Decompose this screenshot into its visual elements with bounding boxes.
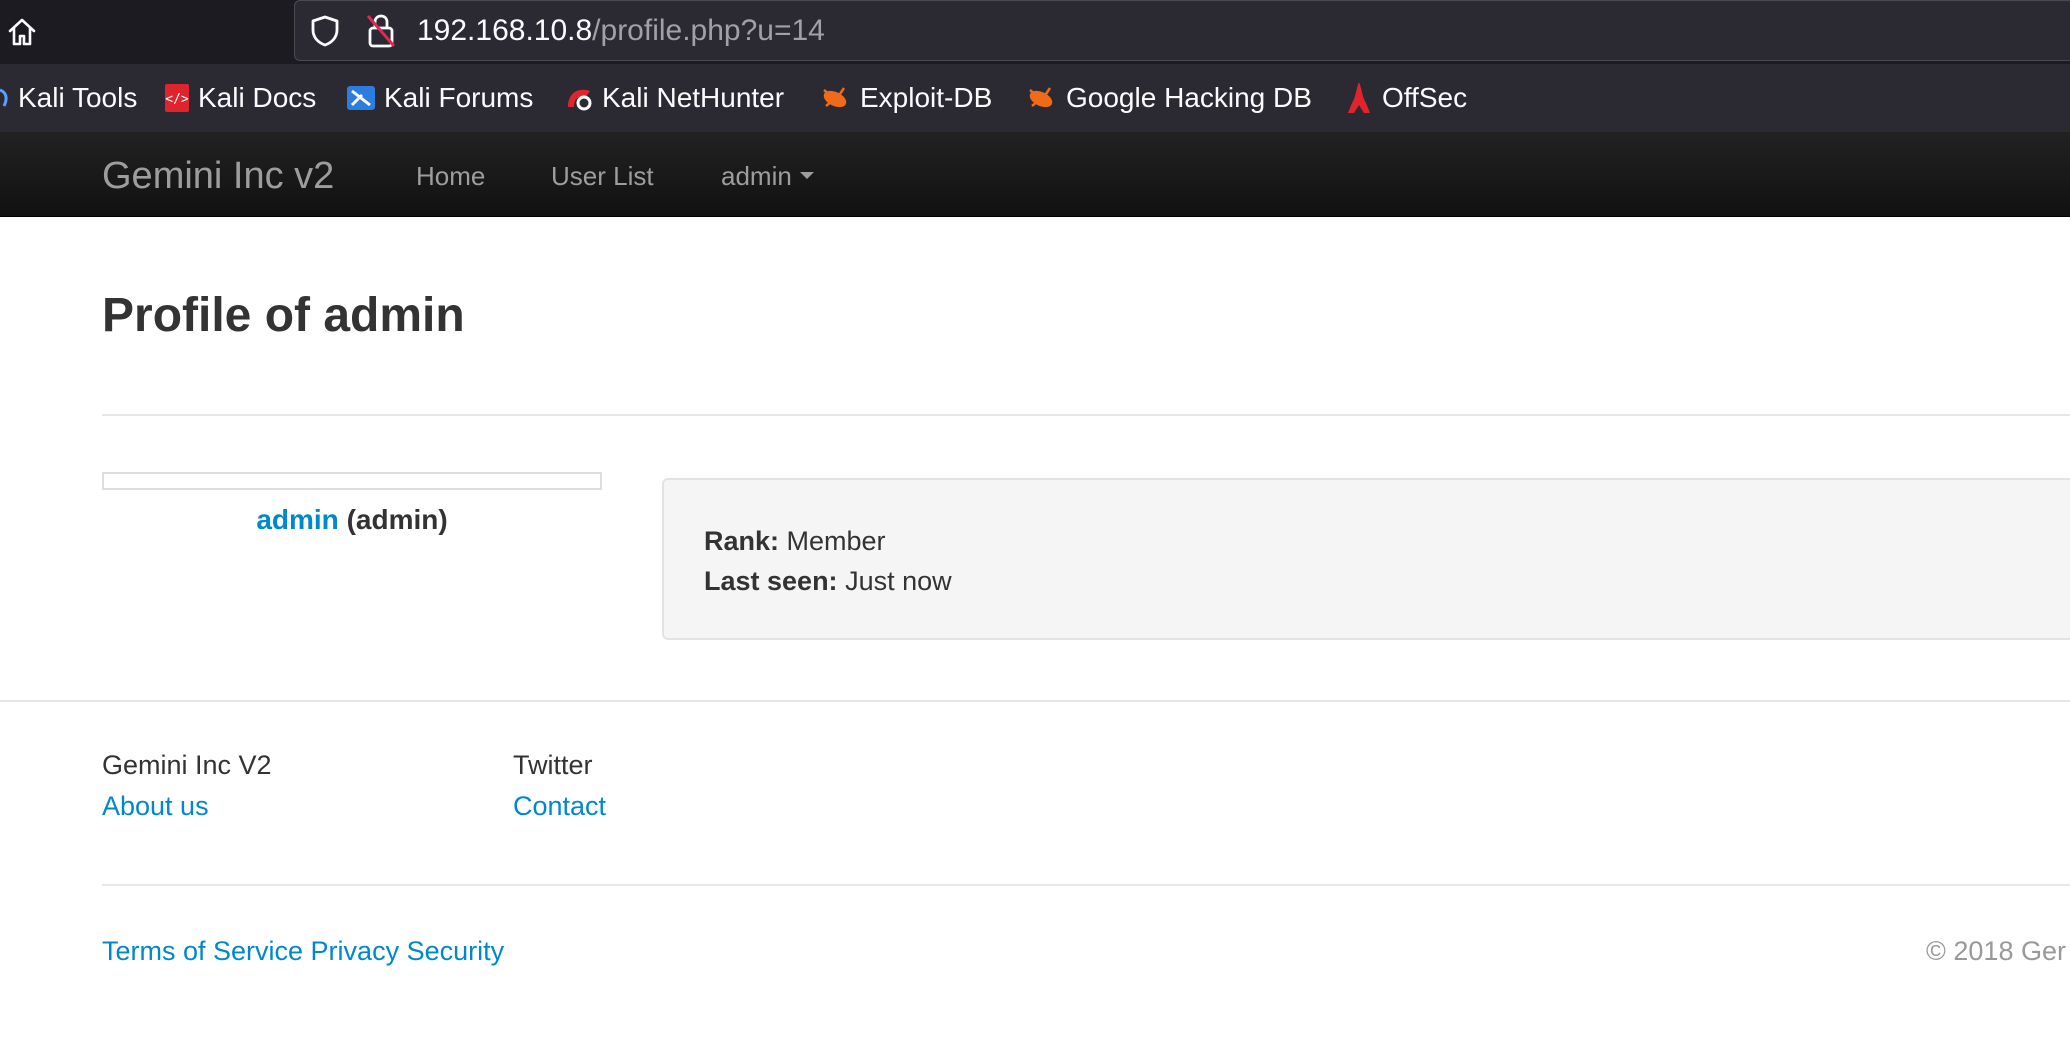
bookmark-offsec[interactable]: OffSec — [1344, 80, 1467, 116]
profile-username-line: admin (admin) — [102, 502, 602, 538]
bookmarks-toolbar: Kali Tools </> Kali Docs Kali Forums Kal… — [0, 64, 2070, 132]
url-path: /profile.php?u=14 — [592, 14, 825, 47]
bookmark-kali-forums[interactable]: Kali Forums — [346, 80, 533, 116]
bookmark-exploit-db[interactable]: Exploit-DB — [820, 80, 992, 116]
footer-legal-links[interactable]: Terms of Service Privacy Security — [102, 934, 504, 968]
bookmark-google-hacking-db[interactable]: Google Hacking DB — [1026, 80, 1312, 116]
kali-dragon-icon — [0, 88, 8, 107]
footer-about-link[interactable]: About us — [102, 789, 209, 823]
last-seen-value: Just now — [845, 566, 952, 596]
footer-copyright: © 2018 Ger — [1926, 936, 2066, 966]
user-menu-label: admin — [721, 161, 792, 191]
caret-down-icon — [799, 171, 814, 179]
bookmark-kali-tools[interactable]: Kali Tools — [0, 80, 137, 116]
bookmark-label: Kali Forums — [384, 82, 534, 113]
page-title: Profile of admin — [102, 289, 465, 342]
bookmark-label: Exploit-DB — [860, 82, 993, 113]
last-seen-label: Last seen: — [704, 566, 838, 596]
footer-company-heading: Gemini Inc V2 — [102, 750, 272, 780]
exploit-db-icon — [823, 87, 847, 108]
tracking-protection-shield-icon[interactable] — [308, 14, 342, 48]
home-icon[interactable] — [2, 12, 42, 52]
kali-docs-icon: </> — [165, 84, 189, 112]
rank-line: Rank: Member — [704, 524, 886, 558]
profile-username-link[interactable]: admin — [256, 504, 338, 535]
rank-label: Rank: — [704, 526, 780, 556]
url-host: 192.168.10.8 — [417, 14, 593, 47]
last-seen-line: Last seen: Just now — [704, 564, 952, 598]
url-text[interactable]: 192.168.10.8/profile.php?u=14 — [417, 13, 825, 49]
bookmark-kali-docs[interactable]: </> Kali Docs — [164, 80, 316, 116]
browser-toolbar: 192.168.10.8/profile.php?u=14 — [0, 0, 2070, 64]
offsec-icon — [1348, 82, 1370, 113]
kali-nethunter-icon — [568, 89, 592, 111]
bookmark-kali-nethunter[interactable]: Kali NetHunter — [564, 80, 784, 116]
profile-info-panel: Rank: Member Last seen: Just now — [662, 478, 2070, 640]
avatar-image — [102, 472, 602, 490]
bookmark-label: Kali Tools — [18, 82, 138, 113]
bookmark-label: Kali NetHunter — [602, 82, 785, 113]
profile-role: (admin) — [346, 504, 448, 535]
nav-user-list-link[interactable]: User List — [551, 160, 654, 192]
rank-value: Member — [786, 526, 886, 556]
insecure-lock-icon[interactable] — [364, 12, 398, 50]
bookmark-label: Kali Docs — [198, 82, 317, 113]
bookmark-label: OffSec — [1382, 82, 1468, 113]
ghdb-icon — [1029, 87, 1053, 108]
footer-bottom-divider — [102, 884, 2070, 886]
nav-user-menu-dropdown[interactable]: admin — [721, 160, 814, 192]
site-navbar: Gemini Inc v2 Home User List admin — [0, 132, 2070, 217]
footer-contact-link[interactable]: Contact — [513, 789, 606, 823]
footer-divider — [0, 700, 2070, 702]
bookmark-label: Google Hacking DB — [1066, 82, 1312, 113]
site-brand[interactable]: Gemini Inc v2 — [102, 154, 334, 198]
footer-twitter-heading: Twitter — [513, 750, 593, 780]
nav-home-link[interactable]: Home — [416, 160, 485, 192]
kali-forums-icon — [347, 86, 375, 110]
title-divider — [102, 414, 2070, 416]
svg-text:</>: </> — [165, 92, 189, 107]
